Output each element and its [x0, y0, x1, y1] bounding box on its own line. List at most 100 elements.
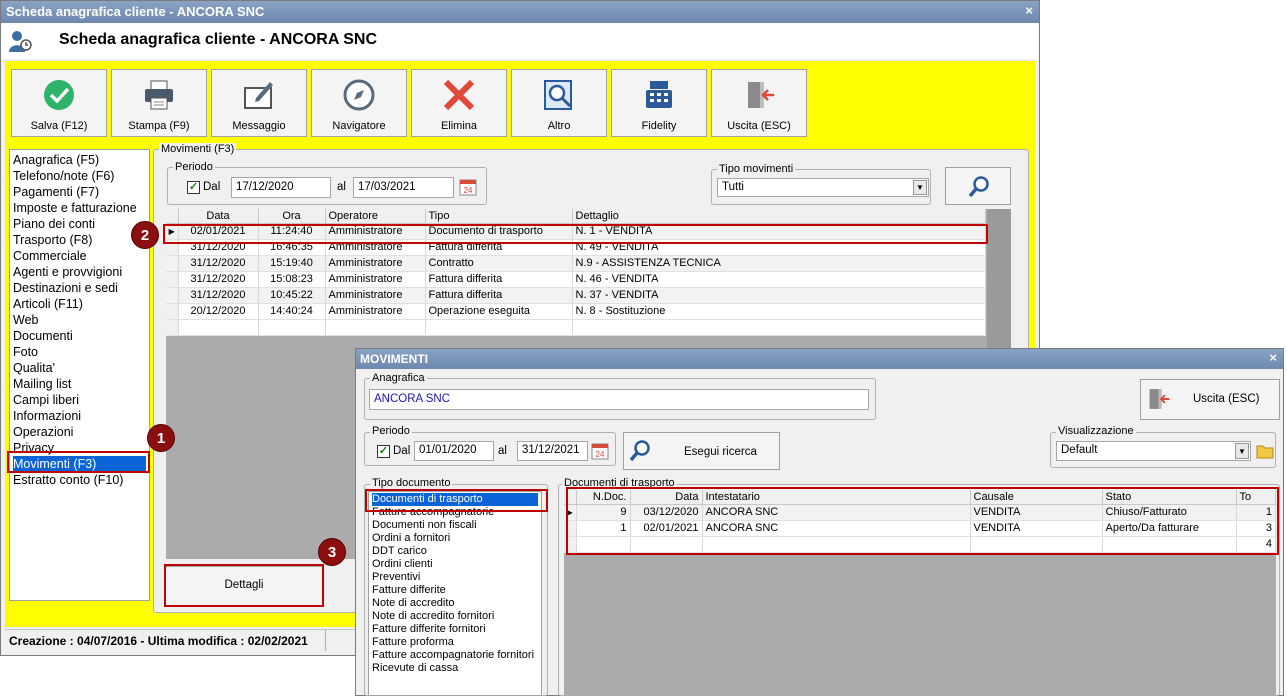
row-indicator — [166, 271, 179, 288]
nav-item[interactable]: Mailing list — [13, 376, 146, 392]
nav-item[interactable]: Campi liberi — [13, 392, 146, 408]
delete-button[interactable]: Elimina — [411, 69, 507, 137]
column-header[interactable]: Dettaglio — [572, 209, 986, 224]
document-type-item[interactable]: Fatture differite fornitori — [372, 623, 538, 636]
customer-label: Anagrafica — [370, 372, 427, 384]
nav-item[interactable]: Articoli (F11) — [13, 296, 146, 312]
nav-item[interactable]: Operazioni — [13, 424, 146, 440]
exit-button[interactable]: Uscita (ESC) — [711, 69, 807, 137]
document-type-item[interactable]: Preventivi — [372, 571, 538, 584]
document-type-item[interactable]: Fatture proforma — [372, 636, 538, 649]
print-button[interactable]: Stampa (F9) — [111, 69, 207, 137]
folder-icon[interactable] — [1256, 442, 1274, 460]
table-cell: Amministratore — [325, 303, 426, 320]
nav-item[interactable]: Pagamenti (F7) — [13, 184, 146, 200]
customer-field[interactable]: ANCORA SNC — [369, 389, 869, 410]
table-row[interactable]: 20/12/2020 14:40:24 Amministratore Operazio… — [166, 303, 986, 320]
movement-type-select[interactable]: Tutti — [717, 178, 929, 197]
message-button[interactable]: Messaggio — [211, 69, 307, 137]
table-row[interactable]: 31/12/2020 15:08:23 Amministratore Fattura … — [166, 271, 986, 288]
callout-marker-2: 2 — [131, 221, 159, 249]
nav-item[interactable]: Agenti e provvigioni — [13, 264, 146, 280]
nav-item[interactable]: Estratto conto (F10) — [13, 472, 146, 488]
callout-box-doc-type — [365, 489, 548, 512]
checkmark-icon — [44, 80, 74, 110]
nav-item[interactable]: Piano dei conti — [13, 216, 146, 232]
run-search-button[interactable]: Esegui ricerca — [623, 432, 780, 470]
document-type-item[interactable]: Ordini clienti — [372, 558, 538, 571]
search-icon — [968, 176, 989, 198]
nav-item[interactable]: Web — [13, 312, 146, 328]
callout-marker-1: 1 — [147, 424, 175, 452]
document-type-item[interactable]: Fatture differite — [372, 584, 538, 597]
dialog-period-label: Periodo — [370, 425, 412, 437]
document-type-item[interactable]: Ordini a fornitori — [372, 532, 538, 545]
document-type-item[interactable]: Note di accredito fornitori — [372, 610, 538, 623]
document-type-list[interactable]: Documenti di trasporto Fatture accompagna… — [368, 491, 542, 696]
navigator-button[interactable]: Navigatore — [311, 69, 407, 137]
date-filter-checkbox[interactable]: ✓ — [187, 181, 200, 194]
dialog-title: MOVIMENTI — [360, 352, 428, 366]
date-to-field[interactable]: 17/03/2021 — [353, 177, 454, 198]
table-row[interactable]: 31/12/2020 10:45:22 Amministratore Fattura … — [166, 287, 986, 304]
chevron-down-icon[interactable]: ▼ — [913, 180, 927, 195]
table-cell: Contratto — [425, 255, 573, 272]
nav-item[interactable]: Imposte e fatturazione — [13, 200, 146, 216]
document-type-item[interactable]: Documenti non fiscali — [372, 519, 538, 532]
calendar-icon[interactable]: 24 — [591, 442, 609, 460]
printer-icon — [145, 80, 173, 110]
nav-item[interactable]: Commerciale — [13, 248, 146, 264]
compass-icon — [343, 79, 375, 111]
nav-item[interactable]: Qualita' — [13, 360, 146, 376]
close-icon[interactable]: × — [1269, 350, 1277, 365]
dialog-al-label: al — [498, 445, 507, 457]
column-header[interactable]: Operatore — [325, 209, 426, 224]
nav-item[interactable]: Documenti — [13, 328, 146, 344]
date-from-field[interactable]: 17/12/2020 — [231, 177, 331, 198]
row-indicator — [166, 255, 179, 272]
table-cell: 10:45:22 — [258, 287, 326, 304]
column-header[interactable]: Data — [178, 209, 259, 224]
column-header[interactable]: Tipo — [425, 209, 573, 224]
document-type-item[interactable]: Ricevute di cassa — [372, 662, 538, 675]
document-type-item[interactable]: Note di accredito — [372, 597, 538, 610]
table-cell — [425, 319, 573, 336]
delete-label: Elimina — [440, 120, 478, 132]
fidelity-label: Fidelity — [641, 120, 677, 132]
fidelity-button[interactable]: Fidelity — [611, 69, 707, 137]
dialog-date-from-field[interactable]: 01/01/2020 — [414, 441, 494, 461]
nav-item[interactable]: Destinazioni e sedi — [13, 280, 146, 296]
table-row[interactable]: 31/12/2020 15:19:40 Amministratore Contratt… — [166, 255, 986, 272]
dialog-dal-label: Dal — [393, 445, 411, 457]
save-label: Salva (F12) — [30, 120, 88, 132]
nav-item[interactable]: Trasporto (F8) — [13, 232, 146, 248]
save-button[interactable]: Salva (F12) — [11, 69, 107, 137]
nav-item[interactable]: Telefono/note (F6) — [13, 168, 146, 184]
chevron-down-icon[interactable]: ▼ — [1235, 443, 1249, 459]
dialog-exit-button[interactable]: Uscita (ESC) — [1140, 379, 1280, 420]
section-navigation-list[interactable]: Anagrafica (F5) Telefono/note (F6) Pagamen… — [9, 149, 150, 601]
table-cell: Amministratore — [325, 271, 426, 288]
exit-label: Uscita (ESC) — [727, 120, 791, 132]
table-cell: 14:40:24 — [258, 303, 326, 320]
nav-item[interactable]: Foto — [13, 344, 146, 360]
document-type-item[interactable]: Fatture accompagnatorie fornitori — [372, 649, 538, 662]
table-cell: N. 37 - VENDITA — [572, 287, 986, 304]
nav-item[interactable]: Anagrafica (F5) — [13, 152, 146, 168]
table-cell: Amministratore — [325, 255, 426, 272]
dialog-date-checkbox[interactable]: ✓ — [377, 445, 390, 458]
page-title: Scheda anagrafica cliente - ANCORA SNC — [59, 31, 378, 48]
empty-row[interactable] — [166, 319, 986, 336]
calendar-icon[interactable]: 24 — [459, 178, 477, 196]
column-header[interactable]: Ora — [258, 209, 326, 224]
other-label: Altro — [547, 120, 571, 132]
row-indicator-header — [166, 209, 179, 224]
search-button[interactable] — [945, 167, 1011, 205]
table-cell: N.9 - ASSISTENZA TECNICA — [572, 255, 986, 272]
nav-item[interactable]: Informazioni — [13, 408, 146, 424]
dialog-date-to-field[interactable]: 31/12/2021 — [517, 441, 588, 461]
view-select[interactable]: Default — [1056, 441, 1251, 461]
other-button[interactable]: Altro — [511, 69, 607, 137]
close-icon[interactable]: × — [1025, 3, 1033, 18]
document-type-item[interactable]: DDT carico — [372, 545, 538, 558]
